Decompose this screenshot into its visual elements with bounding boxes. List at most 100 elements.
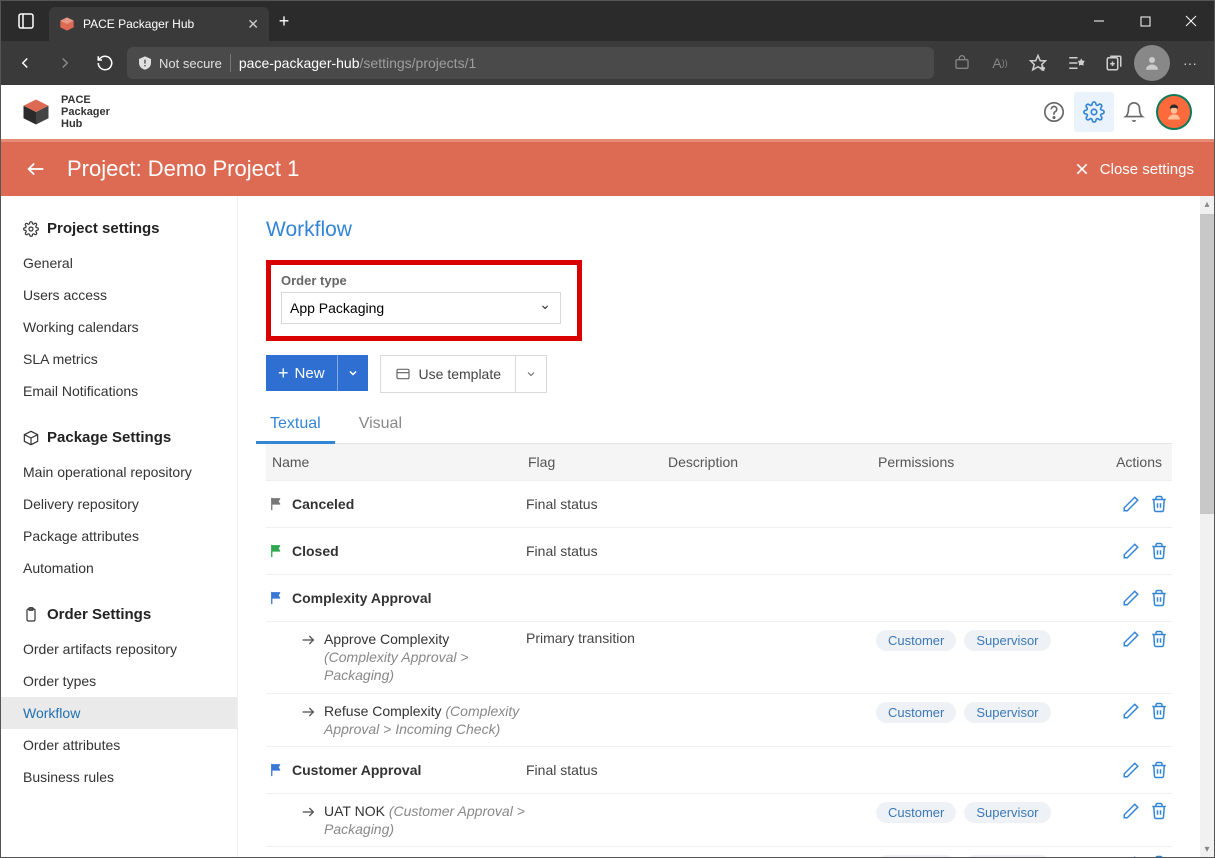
order-type-label: Order type [281,273,561,288]
delete-icon[interactable] [1150,802,1168,820]
sidebar-item-business-rules[interactable]: Business rules [1,761,237,793]
row-actions [1088,855,1168,857]
more-icon[interactable]: ··· [1172,45,1208,81]
scroll-down-icon[interactable]: ▾ [1200,841,1214,857]
col-act: Actions [1082,454,1168,470]
sidebar-head-project: Project settings [23,214,215,243]
row-perm-cell: Customer Supervisor [876,802,1088,823]
window-minimize-icon[interactable] [1076,1,1122,41]
sidebar-item-email-notifications[interactable]: Email Notifications [1,375,237,407]
permission-pill[interactable]: Customer [876,802,956,823]
col-perm: Permissions [878,454,1082,470]
permission-pill[interactable]: Customer [876,855,956,857]
table-row: Complexity Approval [266,575,1172,622]
tab-title: PACE Packager Hub [83,17,194,31]
scroll-thumb[interactable] [1200,214,1214,514]
delete-icon[interactable] [1150,761,1168,779]
sidebar-item-working-calendars[interactable]: Working calendars [1,311,237,343]
sidebar-item-order-attributes[interactable]: Order attributes [1,729,237,761]
permission-pill[interactable]: Customer [876,630,956,651]
sidebar-item-workflow[interactable]: Workflow [1,697,237,729]
edit-icon[interactable] [1122,702,1140,720]
use-template-dropdown[interactable] [515,356,546,392]
view-tabs: Textual Visual [266,405,1172,444]
favorites-bar-icon[interactable] [1058,45,1094,81]
new-button[interactable]: +New [266,355,368,391]
app-logo[interactable]: PACE Packager Hub [21,94,110,130]
edit-icon[interactable] [1122,542,1140,560]
tab-visual[interactable]: Visual [355,405,406,443]
delete-icon[interactable] [1150,589,1168,607]
row-flag-cell: Final status [526,762,666,778]
flag-icon [270,497,284,511]
user-avatar[interactable] [1154,92,1194,132]
edit-icon[interactable] [1122,495,1140,513]
row-perm-cell: Customer Supervisor [876,630,1088,651]
sidebar-item-order-types[interactable]: Order types [1,665,237,697]
nav-back-icon[interactable] [7,45,43,81]
favicon-icon [59,16,75,32]
sidebar-item-delivery-repo[interactable]: Delivery repository [1,488,237,520]
collections-icon[interactable] [1096,45,1132,81]
edit-icon[interactable] [1122,802,1140,820]
profile-avatar-icon[interactable] [1134,45,1170,81]
sidebar-item-automation[interactable]: Automation [1,552,237,584]
window-close-icon[interactable] [1168,1,1214,41]
delete-icon[interactable] [1150,542,1168,560]
row-actions [1088,702,1168,720]
scroll-up-icon[interactable]: ▴ [1200,196,1214,212]
table-row: Approve Complexity (Complexity Approval … [266,622,1172,694]
sidebar-item-sla-metrics[interactable]: SLA metrics [1,343,237,375]
nav-forward-icon [47,45,83,81]
new-tab-button[interactable]: + [269,11,299,32]
read-aloud-icon[interactable]: A)) [982,45,1018,81]
delete-icon[interactable] [1150,630,1168,648]
not-secure-label: Not secure [137,55,222,71]
help-icon[interactable] [1034,92,1074,132]
nav-refresh-icon[interactable] [87,45,123,81]
shopping-icon[interactable] [944,45,980,81]
sidebar-item-package-attributes[interactable]: Package attributes [1,520,237,552]
permission-pill[interactable]: Supervisor [964,702,1050,723]
favorites-icon[interactable]: + [1020,45,1056,81]
close-settings-button[interactable]: Close settings [1074,161,1194,178]
edit-icon[interactable] [1122,855,1140,857]
row-flag-cell: Primary transition [526,630,666,646]
table-row: ClosedFinal status [266,528,1172,575]
permission-pill[interactable]: Supervisor [964,855,1050,857]
delete-icon[interactable] [1150,495,1168,513]
project-title: Project: Demo Project 1 [67,156,299,182]
sidebar-item-users-access[interactable]: Users access [1,279,237,311]
tab-close-icon[interactable]: ✕ [247,16,259,33]
sidebar-item-general[interactable]: General [1,247,237,279]
delete-icon[interactable] [1150,702,1168,720]
arrow-right-icon [300,632,316,648]
tab-list-icon[interactable] [9,4,43,38]
browser-tab[interactable]: PACE Packager Hub ✕ [49,7,269,41]
sidebar-item-order-artifacts[interactable]: Order artifacts repository [1,633,237,665]
url-input[interactable]: Not secure pace-packager-hub/settings/pr… [127,47,934,79]
use-template-button[interactable]: Use template [380,355,547,393]
edit-icon[interactable] [1122,589,1140,607]
window-maximize-icon[interactable] [1122,1,1168,41]
address-bar: Not secure pace-packager-hub/settings/pr… [1,41,1214,85]
template-icon [395,366,411,382]
col-name: Name [270,454,528,470]
permission-pill[interactable]: Customer [876,702,956,723]
back-icon[interactable] [21,154,51,184]
vertical-scrollbar[interactable]: ▴ ▾ [1200,196,1214,857]
sidebar-item-main-repo[interactable]: Main operational repository [1,456,237,488]
notifications-icon[interactable] [1114,92,1154,132]
settings-icon[interactable] [1074,92,1114,132]
order-type-select[interactable]: App Packaging [281,292,561,324]
permission-pill[interactable]: Supervisor [964,630,1050,651]
titlebar: PACE Packager Hub ✕ + [1,1,1214,41]
row-actions [1088,589,1168,607]
delete-icon[interactable] [1150,855,1168,857]
new-button-dropdown[interactable] [337,355,368,391]
row-actions [1088,495,1168,513]
edit-icon[interactable] [1122,761,1140,779]
tab-textual[interactable]: Textual [266,405,325,443]
permission-pill[interactable]: Supervisor [964,802,1050,823]
edit-icon[interactable] [1122,630,1140,648]
